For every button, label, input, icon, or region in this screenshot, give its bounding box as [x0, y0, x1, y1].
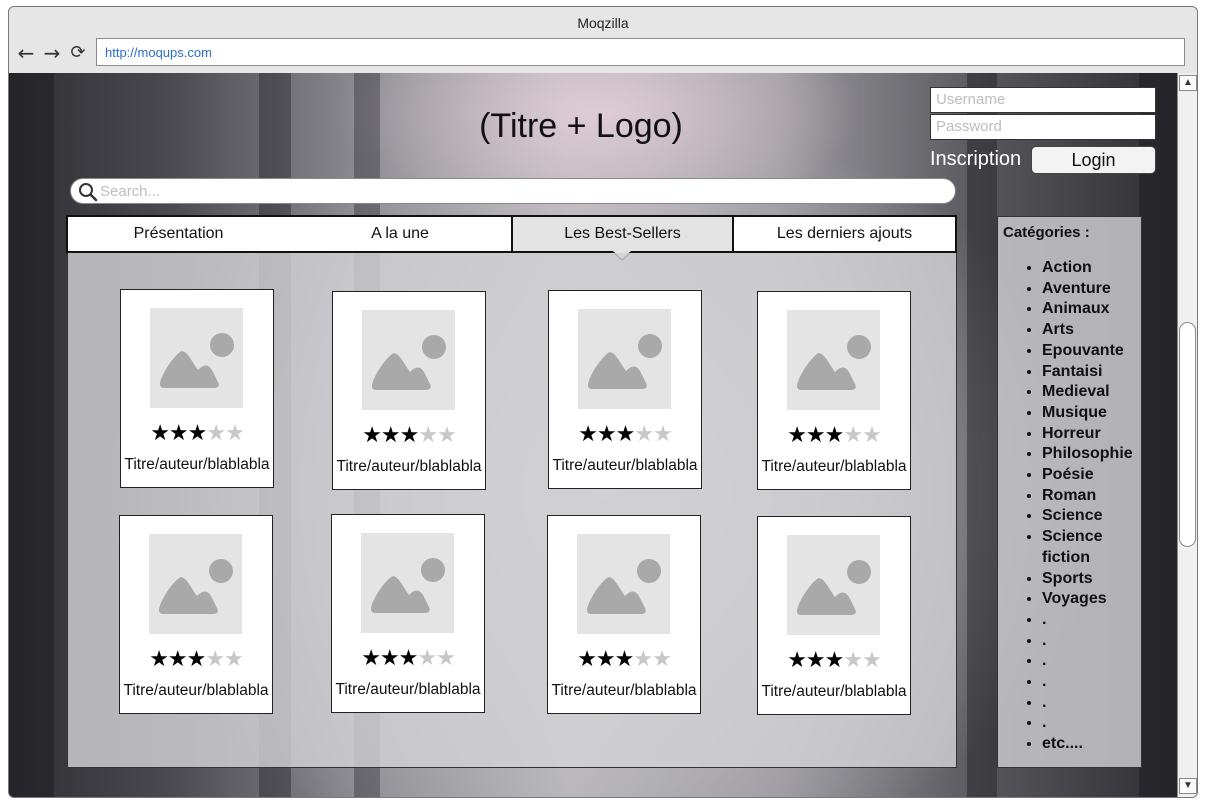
username-field[interactable]: Username — [930, 87, 1156, 113]
book-card[interactable]: ★★★★★ Titre/auteur/blablabla — [331, 514, 485, 713]
category-item: . — [1042, 651, 1142, 672]
book-card[interactable]: ★★★★★ Titre/auteur/blablabla — [548, 290, 702, 489]
book-card[interactable]: ★★★★★ Titre/auteur/blablabla — [757, 516, 911, 715]
forward-arrow-icon[interactable]: → — [41, 43, 63, 63]
category-item[interactable]: Philosophie — [1042, 444, 1142, 465]
window-title: Moqzilla — [577, 15, 629, 31]
category-item[interactable]: Horreur — [1042, 424, 1142, 445]
category-item[interactable]: Voyages — [1042, 589, 1142, 610]
category-item[interactable]: Aventure — [1042, 279, 1142, 300]
category-item[interactable]: Roman — [1042, 486, 1142, 507]
rating-stars: ★★★★★ — [578, 422, 673, 447]
book-caption: Titre/auteur/blablabla — [761, 683, 907, 700]
inscription-link[interactable]: Inscription — [930, 148, 1021, 171]
book-card[interactable]: ★★★★★ Titre/auteur/blablabla — [332, 291, 486, 490]
search-bar[interactable]: Search... — [70, 178, 956, 204]
rating-stars: ★★★★★ — [150, 421, 245, 446]
search-icon — [78, 182, 98, 207]
category-item[interactable]: Action — [1042, 258, 1142, 279]
tab-best-sellers[interactable]: Les Best-Sellers — [511, 217, 734, 251]
book-card[interactable]: ★★★★★ Titre/auteur/blablabla — [120, 289, 274, 488]
password-field[interactable]: Password — [930, 114, 1156, 140]
rating-stars: ★★★★★ — [149, 647, 244, 672]
book-caption: Titre/auteur/blablabla — [335, 681, 481, 698]
reload-icon[interactable]: ⟳ — [67, 43, 89, 63]
book-caption: Titre/auteur/blablabla — [551, 682, 697, 699]
category-item[interactable]: etc.... — [1042, 734, 1142, 755]
category-item: . — [1042, 693, 1142, 714]
rating-stars: ★★★★★ — [577, 647, 672, 672]
rating-stars: ★★★★★ — [787, 648, 882, 673]
image-placeholder-icon — [787, 310, 880, 415]
category-item[interactable]: Arts — [1042, 320, 1142, 341]
site-title: (Titre + Logo) — [479, 107, 683, 145]
scrollbar-thumb[interactable] — [1179, 322, 1196, 547]
category-item[interactable]: Epouvante — [1042, 341, 1142, 362]
page-viewport: (Titre + Logo) Username Password Inscrip… — [9, 73, 1177, 797]
tab-presentation[interactable]: Présentation — [68, 217, 289, 251]
image-placeholder-icon — [577, 534, 670, 639]
tab-a-la-une[interactable]: A la une — [289, 217, 511, 251]
category-item[interactable]: Musique — [1042, 403, 1142, 424]
category-item: . — [1042, 713, 1142, 734]
book-grid-panel: ★★★★★ Titre/auteur/blablabla ★★★★★ Titre… — [67, 253, 957, 768]
category-item: . — [1042, 631, 1142, 652]
back-arrow-icon[interactable]: ← — [15, 43, 37, 63]
browser-window: Moqzilla ← → ⟳ http://moqups.com (Titre … — [8, 6, 1198, 798]
image-placeholder-icon — [578, 309, 671, 414]
book-caption: Titre/auteur/blablabla — [123, 682, 269, 699]
rating-stars: ★★★★★ — [361, 646, 456, 671]
login-button[interactable]: Login — [1031, 146, 1156, 174]
category-item[interactable]: Fantaisi — [1042, 362, 1142, 383]
category-item[interactable]: Poésie — [1042, 465, 1142, 486]
category-item: . — [1042, 610, 1142, 631]
book-card[interactable]: ★★★★★ Titre/auteur/blablabla — [119, 515, 273, 714]
tab-bar: Présentation A la une Les Best-Sellers L… — [66, 215, 957, 253]
book-card[interactable]: ★★★★★ Titre/auteur/blablabla — [547, 515, 701, 714]
book-card[interactable]: ★★★★★ Titre/auteur/blablabla — [757, 291, 911, 490]
book-caption: Titre/auteur/blablabla — [124, 456, 270, 473]
search-input[interactable]: Search... — [100, 183, 160, 200]
image-placeholder-icon — [150, 308, 243, 413]
image-placeholder-icon — [787, 535, 880, 640]
tab-derniers-ajouts[interactable]: Les derniers ajouts — [734, 217, 955, 251]
categories-heading: Catégories : — [1003, 224, 1090, 241]
categories-list: Action Aventure Animaux Arts Epouvante F… — [998, 258, 1142, 755]
book-caption: Titre/auteur/blablabla — [552, 457, 698, 474]
background-tree — [967, 73, 997, 797]
background-tree — [1139, 73, 1177, 797]
address-bar[interactable]: http://moqups.com — [96, 38, 1185, 66]
image-placeholder-icon — [361, 533, 454, 638]
book-caption: Titre/auteur/blablabla — [761, 458, 907, 475]
scroll-up-arrow-icon[interactable]: ▲ — [1179, 75, 1197, 91]
rating-stars: ★★★★★ — [787, 423, 882, 448]
rating-stars: ★★★★★ — [362, 423, 457, 448]
vertical-scrollbar[interactable]: ▲ ▼ — [1177, 73, 1197, 797]
category-item: . — [1042, 672, 1142, 693]
scroll-down-arrow-icon[interactable]: ▼ — [1179, 778, 1197, 794]
category-item[interactable]: Science fiction — [1042, 527, 1142, 568]
category-item[interactable]: Sports — [1042, 569, 1142, 590]
category-item[interactable]: Science — [1042, 506, 1142, 527]
image-placeholder-icon — [149, 534, 242, 639]
categories-panel: Catégories : Action Aventure Animaux Art… — [997, 216, 1142, 768]
book-caption: Titre/auteur/blablabla — [336, 458, 482, 475]
category-item[interactable]: Medieval — [1042, 382, 1142, 403]
category-item[interactable]: Animaux — [1042, 299, 1142, 320]
background-tree — [9, 73, 54, 797]
image-placeholder-icon — [362, 310, 455, 415]
